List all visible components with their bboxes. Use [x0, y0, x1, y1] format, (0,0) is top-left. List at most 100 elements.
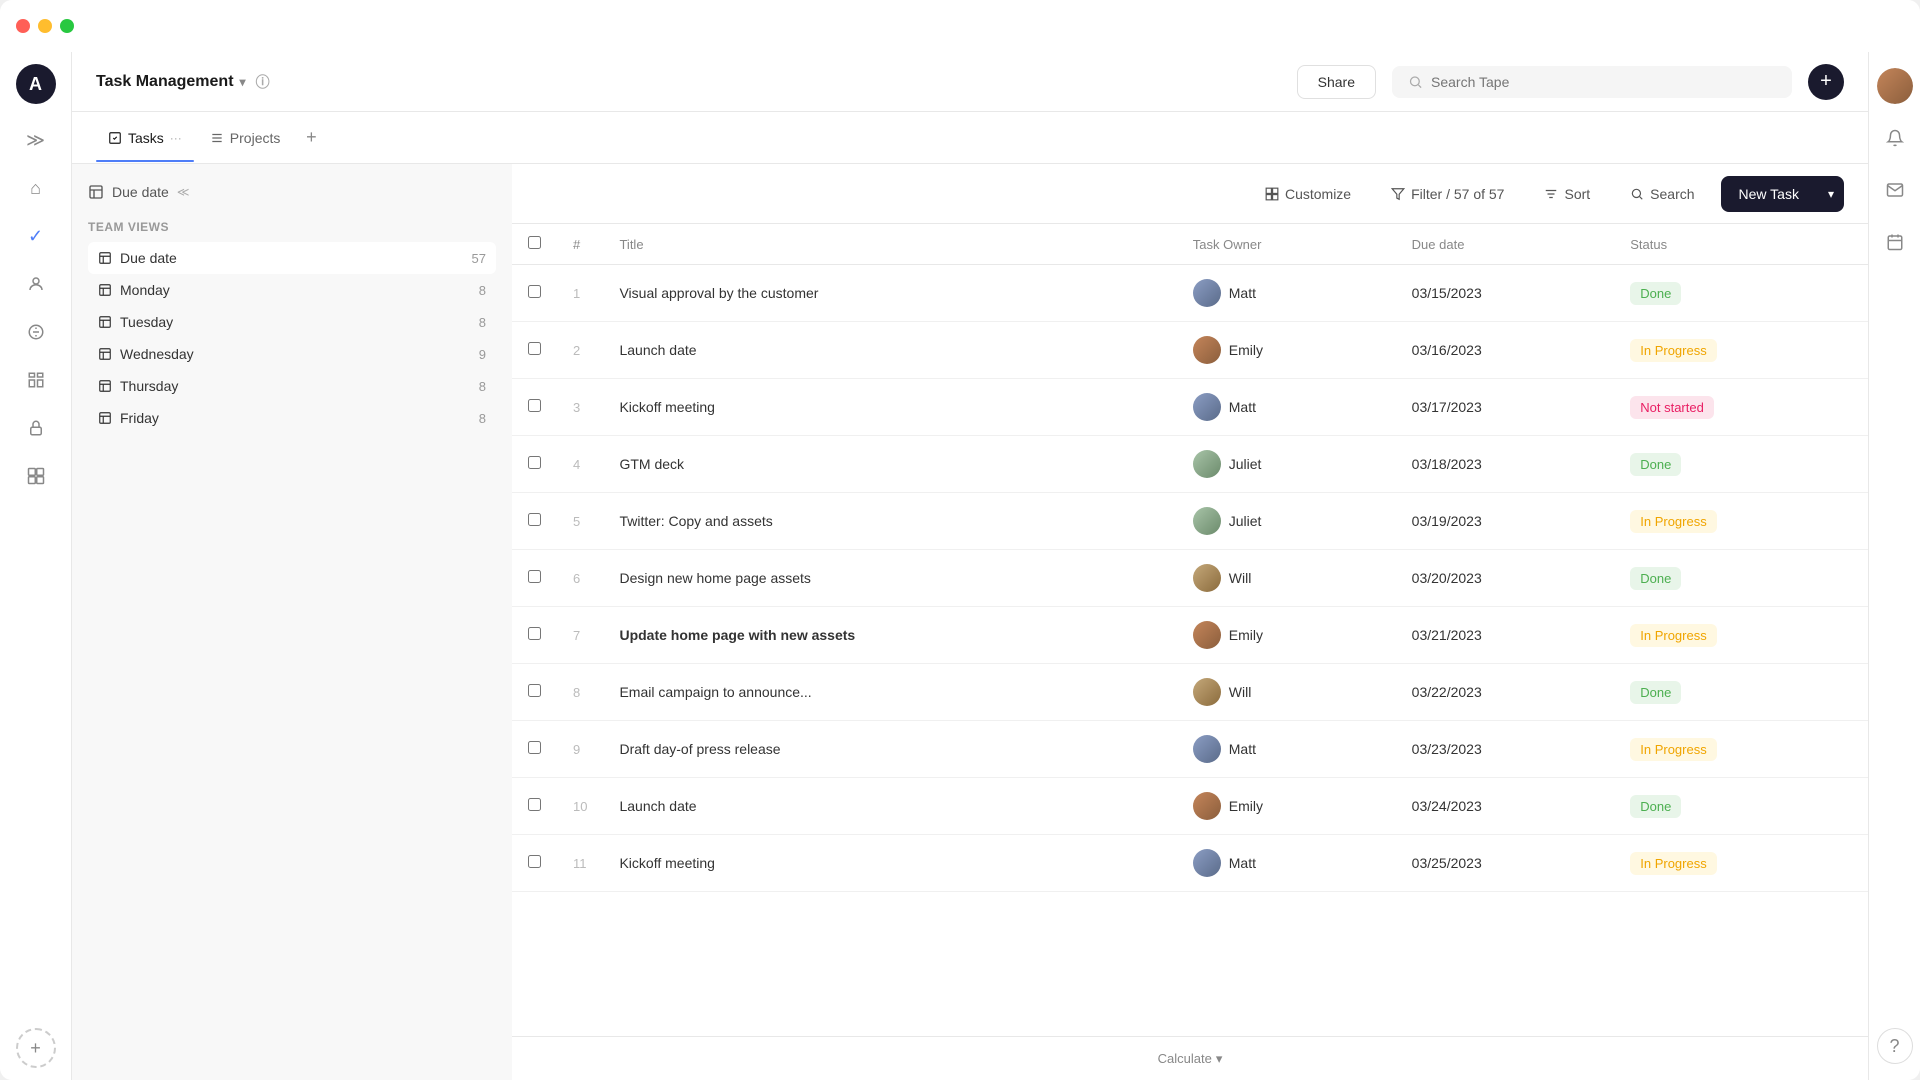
sidebar-item-collapse[interactable]: ≫ — [16, 120, 56, 160]
row-checkbox[interactable] — [528, 456, 541, 469]
col-title: Title — [603, 224, 1176, 265]
row-checkbox[interactable] — [528, 741, 541, 754]
row-checkbox[interactable] — [528, 399, 541, 412]
due-date: 03/18/2023 — [1396, 436, 1615, 493]
status-cell: In Progress — [1614, 493, 1868, 550]
sidebar-item-grid[interactable] — [16, 360, 56, 400]
add-tab-button[interactable]: + — [296, 123, 326, 153]
customize-button[interactable]: Customize — [1251, 178, 1365, 210]
calculate-bar[interactable]: Calculate ▾ — [512, 1036, 1868, 1080]
view-icon — [98, 347, 112, 361]
table-row[interactable]: 2 Launch date Emily 03/16/2023 In Progre… — [512, 322, 1868, 379]
due-date: 03/15/2023 — [1396, 265, 1615, 322]
table-row[interactable]: 1 Visual approval by the customer Matt 0… — [512, 265, 1868, 322]
add-button[interactable]: + — [1808, 64, 1844, 100]
view-icon — [98, 315, 112, 329]
owner-avatar — [1193, 849, 1221, 877]
sidebar-item-lock[interactable] — [16, 408, 56, 448]
due-date: 03/22/2023 — [1396, 664, 1615, 721]
sidebar-add-button[interactable]: + — [16, 1028, 56, 1068]
row-checkbox[interactable] — [528, 798, 541, 811]
new-task-arrow-icon[interactable]: ▾ — [1818, 177, 1844, 211]
row-checkbox[interactable] — [528, 684, 541, 697]
owner-avatar — [1193, 564, 1221, 592]
info-icon[interactable]: ⓘ — [256, 72, 270, 92]
sidebar-item-finance[interactable] — [16, 312, 56, 352]
sort-icon — [1544, 187, 1558, 201]
table-row[interactable]: 11 Kickoff meeting Matt 03/25/2023 In Pr… — [512, 835, 1868, 892]
status-cell: Done — [1614, 550, 1868, 607]
chevron-down-icon[interactable]: ▾ — [240, 75, 246, 89]
filter-button[interactable]: Filter / 57 of 57 — [1377, 178, 1518, 210]
table-row[interactable]: 3 Kickoff meeting Matt 03/17/2023 Not st… — [512, 379, 1868, 436]
owner-avatar — [1193, 507, 1221, 535]
avatar[interactable]: A — [16, 64, 56, 104]
collapse-icon[interactable]: ≪ — [177, 185, 190, 199]
app-body: A ≫ ⌂ ✓ + — [0, 52, 1920, 1080]
task-owner: Matt — [1177, 265, 1396, 322]
table-row[interactable]: 4 GTM deck Juliet 03/18/2023 Done — [512, 436, 1868, 493]
due-date-header[interactable]: Due date ≪ — [88, 184, 496, 200]
view-item-monday[interactable]: Monday 8 — [88, 274, 496, 306]
table-row[interactable]: 7 Update home page with new assets Emily… — [512, 607, 1868, 664]
row-checkbox[interactable] — [528, 285, 541, 298]
app-window: A ≫ ⌂ ✓ + — [0, 0, 1920, 1080]
new-task-button[interactable]: New Task ▾ — [1721, 176, 1844, 212]
close-button[interactable] — [16, 19, 30, 33]
table-row[interactable]: 8 Email campaign to announce... Will 03/… — [512, 664, 1868, 721]
filter-icon — [1391, 187, 1405, 201]
table-row[interactable]: 10 Launch date Emily 03/24/2023 Done — [512, 778, 1868, 835]
tab-projects[interactable]: Projects — [198, 122, 293, 154]
table-row[interactable]: 9 Draft day-of press release Matt 03/23/… — [512, 721, 1868, 778]
table-toolbar: Customize Filter / 57 of 57 Sort Se — [512, 164, 1868, 224]
tab-tasks[interactable]: Tasks ··· — [96, 122, 194, 154]
due-date: 03/20/2023 — [1396, 550, 1615, 607]
row-number: 11 — [557, 835, 603, 892]
status-badge: Done — [1630, 282, 1681, 305]
projects-icon — [210, 131, 224, 145]
select-all-checkbox[interactable] — [528, 236, 541, 249]
due-date: 03/21/2023 — [1396, 607, 1615, 664]
view-item-friday[interactable]: Friday 8 — [88, 402, 496, 434]
search-toolbar-button[interactable]: Search — [1616, 178, 1708, 210]
row-number: 9 — [557, 721, 603, 778]
sidebar-item-tasks[interactable]: ✓ — [16, 216, 56, 256]
calendar-button[interactable] — [1877, 224, 1913, 260]
maximize-button[interactable] — [60, 19, 74, 33]
row-checkbox[interactable] — [528, 627, 541, 640]
view-item-due-date[interactable]: Due date 57 — [88, 242, 496, 274]
sidebar-item-apps[interactable] — [16, 456, 56, 496]
team-views-label: Team views — [88, 220, 496, 234]
row-checkbox[interactable] — [528, 855, 541, 868]
view-count: 8 — [479, 283, 486, 298]
tab-menu-icon[interactable]: ··· — [170, 131, 182, 145]
minimize-button[interactable] — [38, 19, 52, 33]
status-badge: In Progress — [1630, 738, 1716, 761]
view-item-thursday[interactable]: Thursday 8 — [88, 370, 496, 402]
row-number: 4 — [557, 436, 603, 493]
sidebar-item-user[interactable] — [16, 264, 56, 304]
task-owner: Matt — [1177, 379, 1396, 436]
messages-button[interactable] — [1877, 172, 1913, 208]
share-button[interactable]: Share — [1297, 65, 1376, 99]
sort-button[interactable]: Sort — [1530, 178, 1604, 210]
help-button[interactable]: ? — [1877, 1028, 1913, 1064]
table-row[interactable]: 5 Twitter: Copy and assets Juliet 03/19/… — [512, 493, 1868, 550]
col-num: # — [557, 224, 603, 265]
notifications-button[interactable] — [1877, 120, 1913, 156]
views-list: Due date 57 Monday 8 Tuesday 8 Wednesday… — [88, 242, 496, 434]
view-item-wednesday[interactable]: Wednesday 9 — [88, 338, 496, 370]
content-area: Task Management ▾ ⓘ Share + Tasks ··· — [72, 52, 1868, 1080]
task-owner: Will — [1177, 664, 1396, 721]
view-item-tuesday[interactable]: Tuesday 8 — [88, 306, 496, 338]
row-checkbox[interactable] — [528, 570, 541, 583]
sidebar-item-home[interactable]: ⌂ — [16, 168, 56, 208]
search-bar — [1392, 66, 1792, 98]
row-number: 8 — [557, 664, 603, 721]
row-checkbox[interactable] — [528, 513, 541, 526]
row-checkbox[interactable] — [528, 342, 541, 355]
search-input[interactable] — [1431, 74, 1776, 90]
user-avatar[interactable] — [1877, 68, 1913, 104]
search-icon — [1630, 187, 1644, 201]
table-row[interactable]: 6 Design new home page assets Will 03/20… — [512, 550, 1868, 607]
